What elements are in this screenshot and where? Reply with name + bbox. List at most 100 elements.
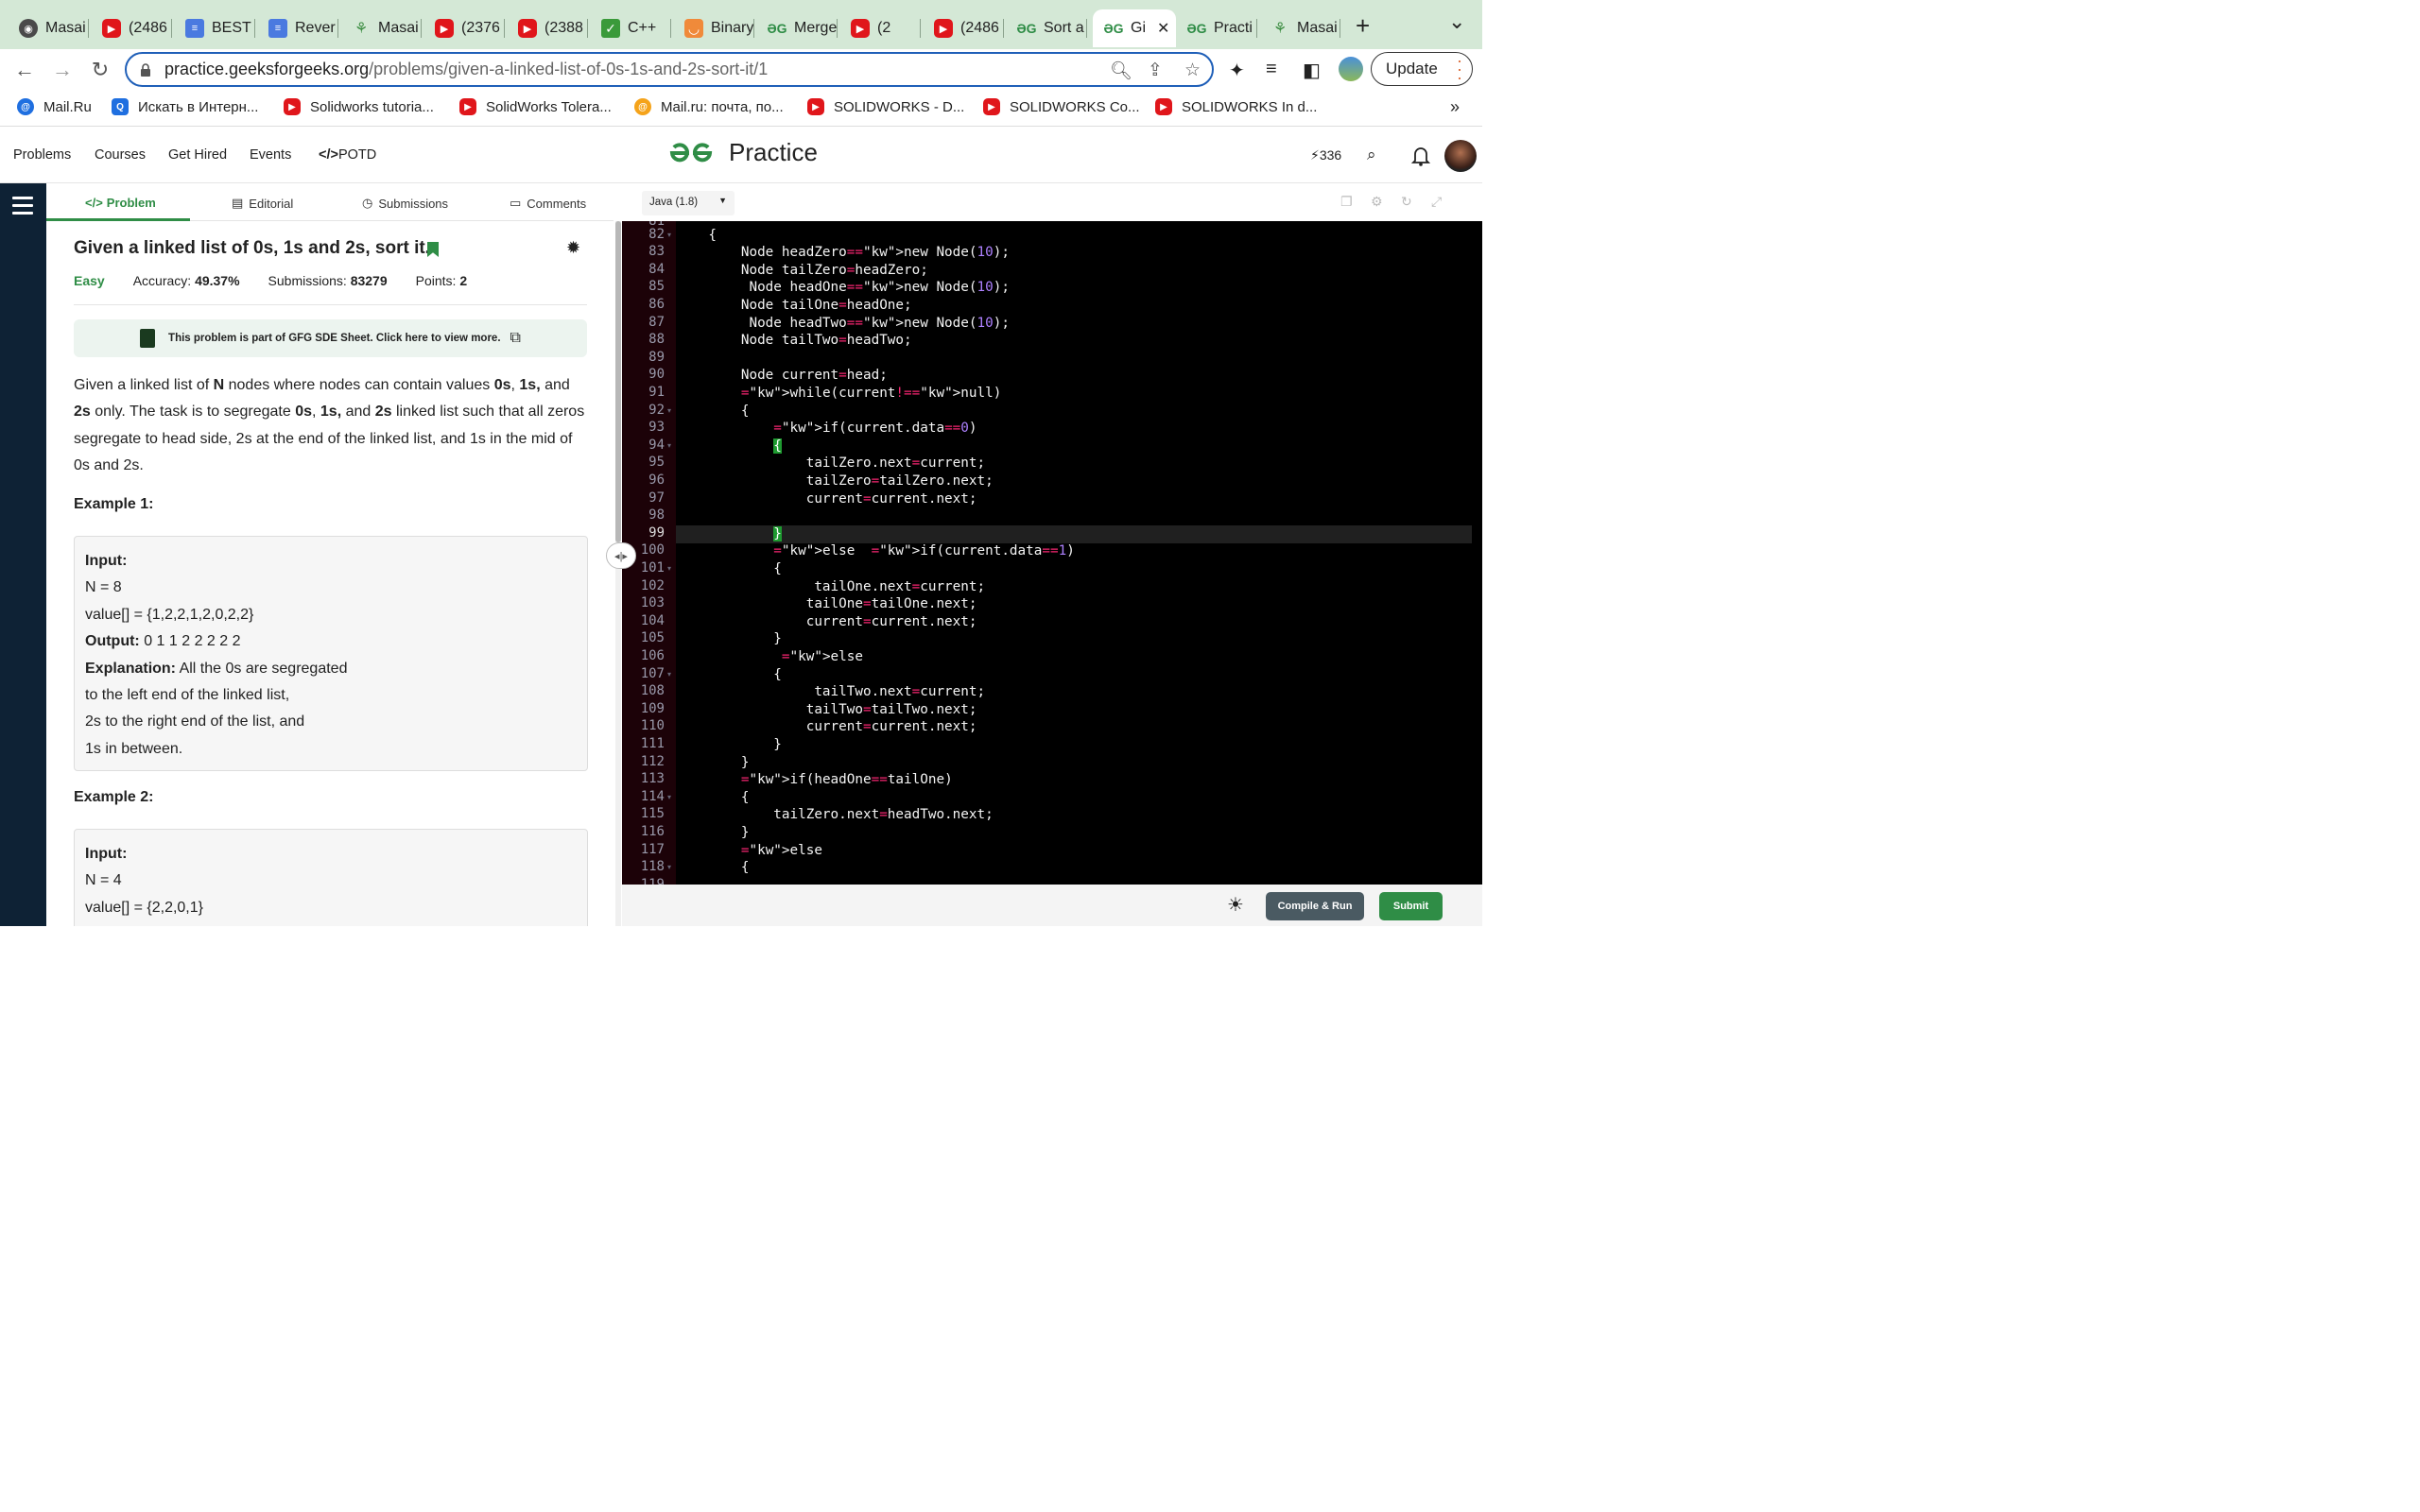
browser-tab[interactable]: ƏG Gi ✕ [1093,9,1176,47]
tab-submissions[interactable]: ◷ Submissions [362,196,448,211]
example-2-heading: Example 2: [74,789,154,805]
compile-run-button[interactable]: Compile & Run [1266,892,1364,920]
fold-toggle-icon[interactable]: ▾ [667,441,671,450]
media-control-icon[interactable]: ≡ [1266,59,1277,80]
gfg-logo-icon [669,142,713,162]
copy-icon[interactable]: ❐ [1340,194,1353,210]
fold-toggle-icon[interactable]: ▾ [667,564,671,573]
nav-get-hired[interactable]: Get Hired [168,147,227,163]
new-tab-icon[interactable]: + [1356,11,1370,41]
browser-tab[interactable]: ⚘ Masai [340,9,422,47]
external-link-icon: ⧉ [510,330,521,346]
language-select[interactable]: Java (1.8) ▼ [642,191,735,215]
bookmark-item[interactable]: ▶ SolidWorks Tolera... [459,98,612,115]
code-editor[interactable]: { Node headZero=="kw">new Node(10); Node… [676,221,1482,885]
nav-events[interactable]: Events [250,147,291,163]
browser-tab[interactable]: ⚘ Masai [1259,9,1340,47]
bookmark-item[interactable]: ▶ SOLIDWORKS Co... [983,98,1140,115]
bookmark-item[interactable]: @ Mail.Ru [17,98,92,115]
browser-tab[interactable]: ƏG Sort a [1006,9,1087,47]
browser-tab[interactable]: ◉ Masai [8,9,89,47]
bookmark-star-icon[interactable]: ☆ [1184,60,1201,81]
streak-counter[interactable]: ⚡336 [1310,147,1341,163]
check-icon: ✓ [601,19,620,38]
line-number: 111 [640,735,665,751]
bookmark-item[interactable]: @ Mail.ru: почта, по... [634,98,784,115]
code-line: tailOne.next=current; [676,578,986,594]
code-line: tailOne=tailOne.next; [676,596,977,612]
problem-title: Given a linked list of 0s, 1s and 2s, so… [74,238,430,258]
tab-problem[interactable]: </> Problem [85,196,156,210]
browser-tab[interactable]: ≡ BEST [174,9,255,47]
fold-toggle-icon[interactable]: ▾ [667,793,671,801]
bookmark-label: SOLIDWORKS - D... [834,98,965,115]
share-icon[interactable]: ⇪ [1148,60,1163,81]
bookmarks-overflow-icon[interactable]: » [1450,97,1460,117]
clock-icon: ◷ [362,196,373,210]
sde-sheet-banner[interactable]: This problem is part of GFG SDE Sheet. C… [74,319,587,357]
bookmark-item[interactable]: ▶ SOLIDWORKS - D... [807,98,964,115]
forward-icon[interactable]: → [47,55,78,85]
tab-title: Rever [295,20,336,36]
tab-comments[interactable]: ▭ Comments [510,196,586,211]
extensions-icon[interactable]: ✦ [1229,59,1245,82]
bookmark-item[interactable]: Q Искать в Интерн... [112,98,258,115]
tab-editorial[interactable]: ▤ Editorial [232,196,293,211]
side-panel-icon[interactable]: ◧ [1303,59,1321,82]
tab-title: Masai [378,20,419,36]
fold-toggle-icon[interactable]: ▾ [667,231,671,239]
browser-tab[interactable]: ƏG Practi [1176,9,1257,47]
profile-avatar[interactable] [1339,57,1363,81]
settings-icon[interactable]: ⚙ [1371,194,1383,210]
browser-tab[interactable]: ƏG Merge [756,9,838,47]
scrollbar-thumb[interactable] [615,221,621,542]
tab-search-icon[interactable]: ⌄ [1448,9,1465,34]
back-icon[interactable]: ← [9,55,40,85]
fold-toggle-icon[interactable]: ▾ [667,406,671,415]
fold-toggle-icon[interactable]: ▾ [667,670,671,679]
user-avatar[interactable] [1444,140,1477,172]
browser-tab[interactable]: ▶ (2388 [507,9,588,47]
address-bar[interactable]: practice.geeksforgeeks.org/problems/give… [125,52,1214,87]
gfg-logo[interactable]: Practice [665,138,818,167]
tab-title: (2486 [960,20,999,36]
submissions-count: Submissions: 83279 [268,273,388,288]
browser-tab[interactable]: ▶ (2486 [923,9,1004,47]
browser-tab[interactable]: ▶ (2 [839,9,921,47]
nav-problems[interactable]: Problems [13,147,71,163]
menu-dots-icon[interactable]: · · · [1457,52,1462,86]
tab-title: Practi [1214,20,1253,36]
nav-courses[interactable]: Courses [95,147,146,163]
bookmark-icon[interactable] [427,242,439,257]
bookmark-item[interactable]: ▶ SOLIDWORKS In d... [1155,98,1317,115]
bell-icon[interactable] [1411,146,1430,166]
browser-tab[interactable]: ▶ (2486 [91,9,172,47]
bug-report-icon[interactable]: ✹ [566,238,580,258]
bookmark-item[interactable]: ▶ Solidworks tutoria... [284,98,434,115]
browser-tab[interactable]: ▶ (2376 [424,9,505,47]
browser-tab[interactable]: ◡ Binary [673,9,754,47]
fullscreen-icon[interactable]: ⤢ [1431,194,1442,210]
code-line: tailTwo=tailTwo.next; [676,701,977,717]
update-button[interactable]: Update · · · [1371,52,1473,86]
hamburger-menu-icon[interactable] [12,197,33,219]
zoom-icon[interactable]: 🔍︎ [1110,60,1132,82]
browser-tab[interactable]: ✓ C++ [590,9,671,47]
reload-icon[interactable]: ↻ [85,55,115,85]
sheet-icon [140,329,156,348]
tab-title: Masai [45,20,86,36]
tab-title: Binary [711,20,754,36]
fold-toggle-icon[interactable]: ▾ [667,863,671,871]
browser-tab[interactable]: ≡ Rever [257,9,338,47]
submit-button[interactable]: Submit [1379,892,1443,920]
panel-resize-handle[interactable]: ◂|▸ [606,542,636,569]
close-tab-icon[interactable]: ✕ [1157,19,1169,38]
nav-potd[interactable]: </>POTD [319,147,376,163]
code-line: Node headOne=="kw">new Node(10); [676,280,1010,296]
youtube-icon: ▶ [1155,98,1172,115]
line-number: 88 [648,332,665,348]
code-line: { [676,666,782,682]
search-icon[interactable]: ⌕ [1367,146,1376,164]
reset-icon[interactable]: ↻ [1401,194,1412,210]
lightbulb-icon[interactable]: ☀ [1227,893,1244,917]
